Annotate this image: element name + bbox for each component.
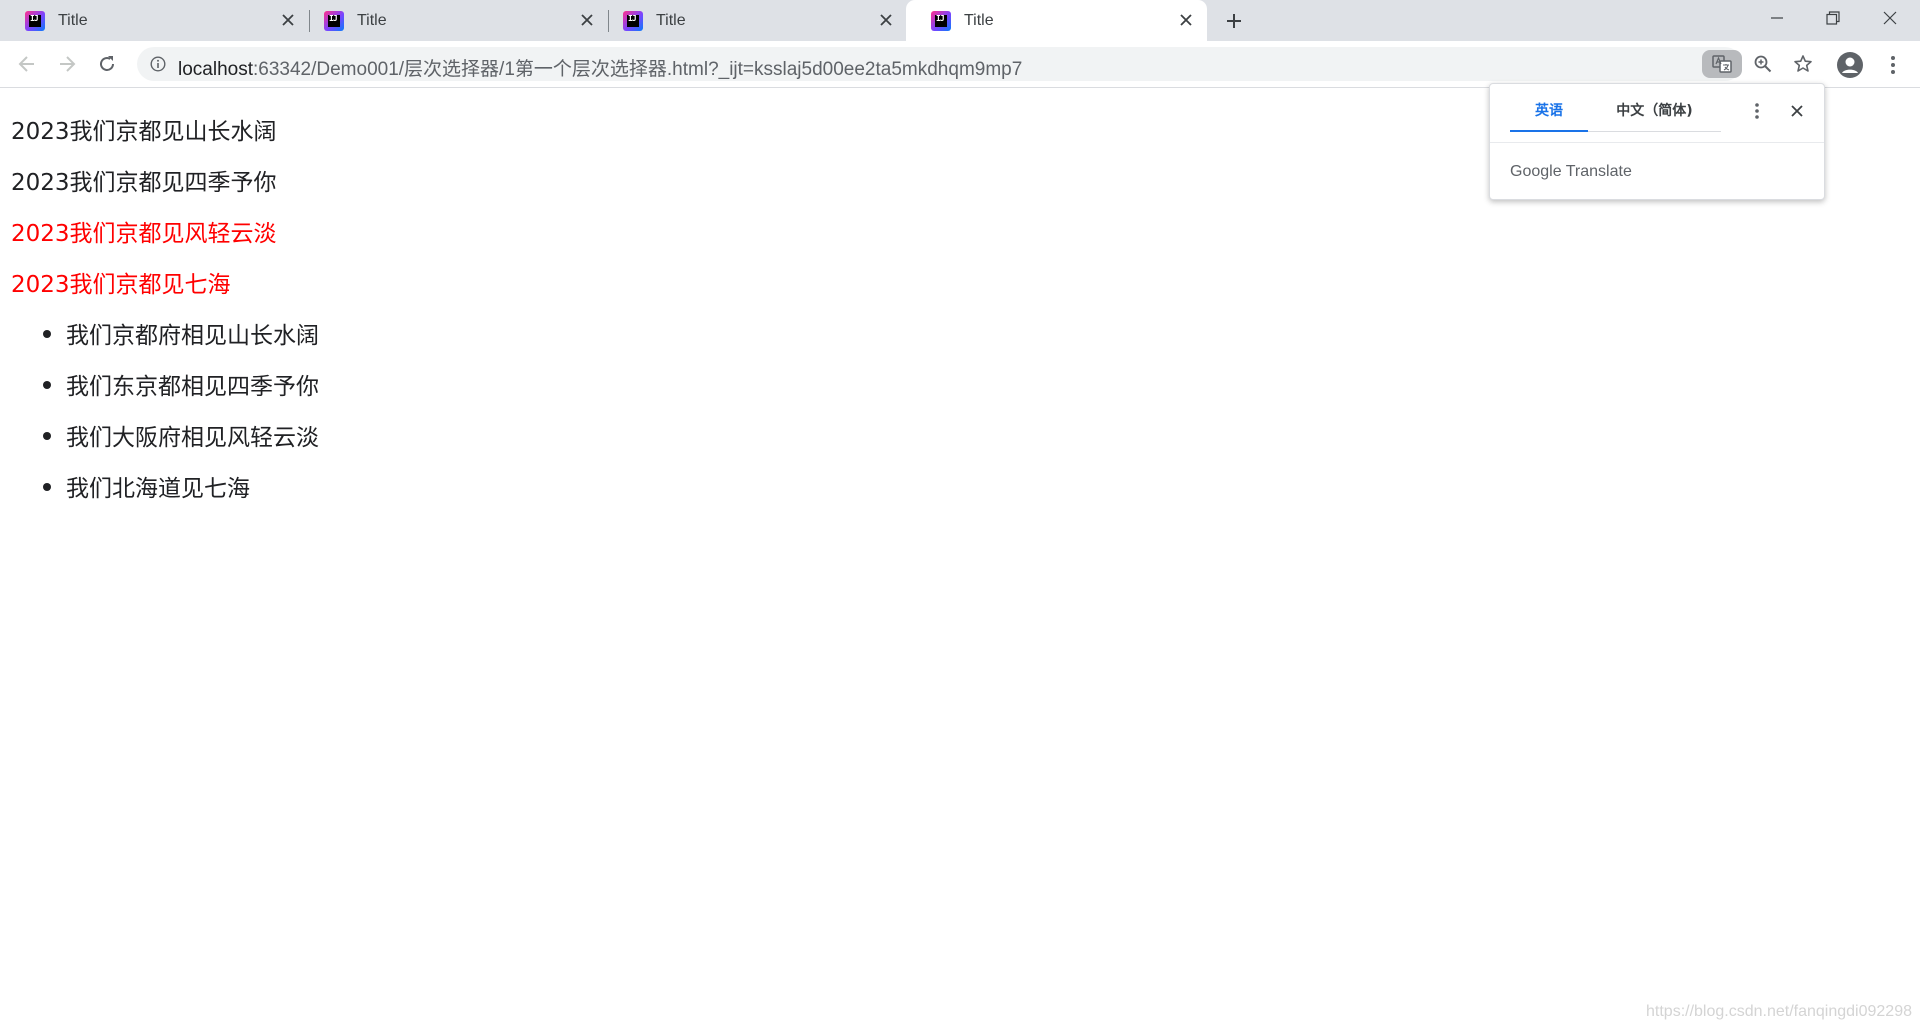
site-info-icon[interactable] [149,55,167,73]
url-host: localhost [178,59,253,80]
close-window-button[interactable] [1862,0,1918,36]
browser-tab-2[interactable]: IJ Title [299,0,602,41]
tab-title: Title [964,11,994,29]
restore-button[interactable] [1805,0,1861,36]
tab-title: Title [58,11,88,29]
browser-tab-4-active[interactable]: IJ Title [906,0,1207,41]
url-path: :63342/Demo001/层次选择器/1第一个层次选择器.html?_ijt… [253,59,1023,80]
intellij-favicon-icon: IJ [324,10,344,31]
google-translate-logo: Google Translate [1510,163,1632,180]
tab-target-language[interactable]: 中文（简体) [1588,98,1721,132]
browser-toolbar: localhost:63342/Demo001/层次选择器/1第一个层次选择器.… [0,41,1920,88]
tab-title: Title [656,11,686,29]
bookmark-star-icon[interactable] [1789,50,1817,78]
paragraph-2: 2023我们京都见四季予你 [11,170,277,196]
new-tab-button[interactable] [1222,9,1246,33]
popup-divider [1490,142,1824,143]
bullet-icon [43,483,51,491]
close-popup-icon[interactable] [1786,100,1808,122]
close-tab-icon[interactable] [876,10,896,30]
minimize-button[interactable] [1749,0,1805,36]
list-item: 我们大阪府相见风轻云淡 [66,425,319,451]
list-item: 我们东京都相见四季予你 [66,374,319,400]
list-item: 我们京都府相见山长水阔 [66,323,319,349]
profile-avatar-icon[interactable] [1836,51,1864,79]
list-item: 我们北海道见七海 [66,476,250,502]
tab-source-language[interactable]: 英语 [1510,98,1588,132]
intellij-favicon-icon: IJ [931,10,951,31]
tab-strip: IJ Title IJ Title IJ Title IJ Title [0,0,1920,41]
paragraph-1: 2023我们京都见山长水阔 [11,119,277,145]
bullet-icon [43,432,51,440]
translate-popup: 英语 中文（简体) Google Translate [1489,83,1825,200]
tab-title: Title [357,11,387,29]
forward-button[interactable] [52,49,82,79]
intellij-favicon-icon: IJ [623,10,643,31]
close-tab-icon[interactable] [577,10,597,30]
browser-tab-3[interactable]: IJ Title [598,0,901,41]
browser-menu-icon[interactable] [1880,51,1906,79]
bullet-icon [43,330,51,338]
bullet-icon [43,381,51,389]
intellij-favicon-icon: IJ [25,10,45,31]
translate-icon[interactable] [1702,50,1742,78]
reload-button[interactable] [92,49,122,79]
address-bar[interactable]: localhost:63342/Demo001/层次选择器/1第一个层次选择器.… [137,47,1812,81]
paragraph-3-red: 2023我们京都见风轻云淡 [11,221,277,247]
zoom-icon[interactable] [1749,50,1777,78]
more-options-icon[interactable] [1746,100,1768,122]
browser-tab-1[interactable]: IJ Title [0,0,303,41]
close-tab-icon[interactable] [1176,10,1196,30]
watermark-text: https://blog.csdn.net/fanqingdi092298 [1646,1003,1912,1020]
close-tab-icon[interactable] [278,10,298,30]
url-text[interactable]: localhost:63342/Demo001/层次选择器/1第一个层次选择器.… [178,54,1022,81]
paragraph-4-red: 2023我们京都见七海 [11,272,231,298]
back-button[interactable] [12,49,42,79]
